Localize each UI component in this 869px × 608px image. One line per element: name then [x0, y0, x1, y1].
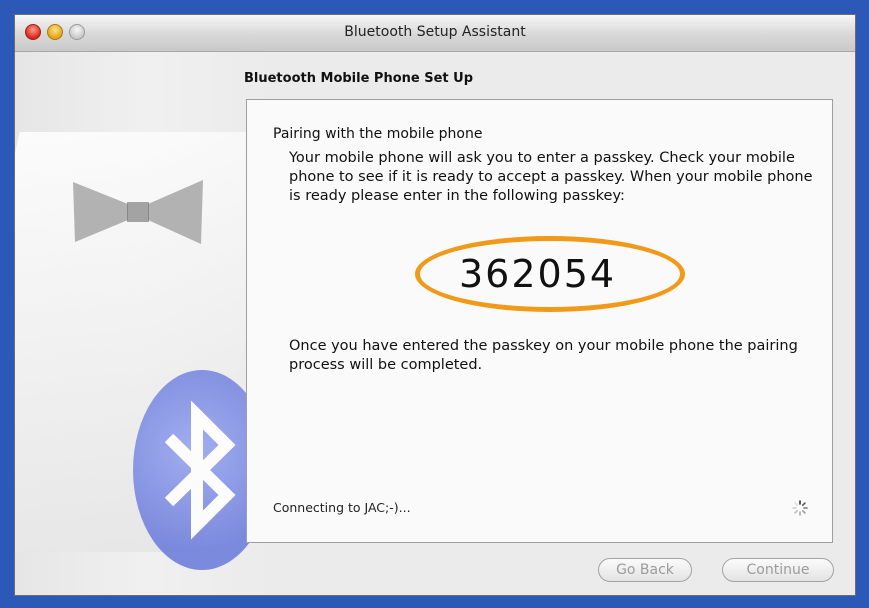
setup-assistant-window: Bluetooth Setup Assistant Bluetooth Mobi…	[14, 14, 856, 596]
pairing-heading: Pairing with the mobile phone	[273, 126, 483, 142]
bowtie-icon	[73, 180, 203, 244]
go-back-button[interactable]: Go Back	[598, 558, 692, 582]
continue-button[interactable]: Continue	[722, 558, 834, 582]
window-title: Bluetooth Setup Assistant	[344, 24, 526, 40]
pairing-panel: Pairing with the mobile phone Your mobil…	[246, 99, 833, 543]
pairing-instructions: Your mobile phone will ask you to enter …	[289, 150, 813, 204]
passkey-value: 362054	[459, 252, 617, 296]
connection-status: Connecting to JAC;-)...	[273, 500, 411, 515]
spinner-icon	[792, 500, 808, 516]
section-title: Bluetooth Mobile Phone Set Up	[244, 71, 474, 86]
completion-note: Once you have entered the passkey on you…	[289, 338, 798, 373]
bluetooth-rune-icon	[164, 400, 236, 540]
title-bar[interactable]: Bluetooth Setup Assistant	[15, 15, 855, 52]
